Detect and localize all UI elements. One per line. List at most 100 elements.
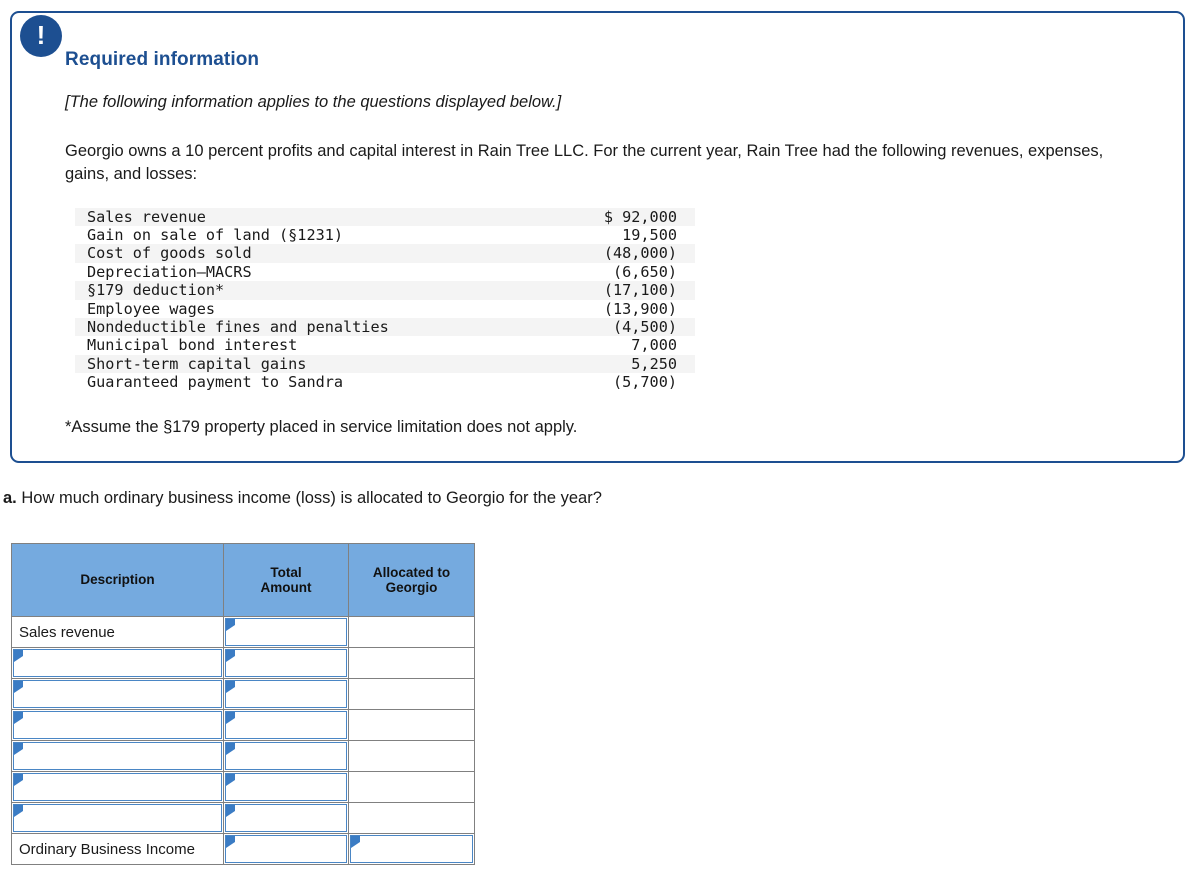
dropdown-triangle-icon[interactable] <box>351 836 360 848</box>
row-allocated-cell[interactable] <box>348 802 475 834</box>
figure-amount: 5,250 <box>631 354 677 373</box>
figure-label: Employee wages <box>87 299 216 318</box>
row-description-label: Sales revenue <box>11 616 224 648</box>
applies-note: [The following information applies to th… <box>65 93 562 111</box>
answer-entry-table: Description Total Amount Allocated to Ge… <box>11 543 475 865</box>
total-amount-input[interactable] <box>225 680 347 708</box>
row-allocated-cell[interactable] <box>348 647 475 679</box>
figure-row: §179 deduction* (17,100) <box>75 281 695 300</box>
dropdown-triangle-icon[interactable] <box>14 774 23 786</box>
ordinary-business-income-total-input[interactable] <box>225 835 347 863</box>
column-header-allocated: Allocated to Georgio <box>348 543 475 617</box>
row-description-cell[interactable] <box>11 678 224 710</box>
row-total-amount-cell[interactable] <box>223 616 349 648</box>
figure-row: Employee wages (13,900) <box>75 300 695 318</box>
row-description-cell[interactable] <box>11 709 224 741</box>
financial-figures-table: Sales revenue $ 92,000 Gain on sale of l… <box>75 207 695 392</box>
total-amount-input[interactable] <box>225 773 347 801</box>
dropdown-triangle-icon[interactable] <box>226 650 235 662</box>
question-a: a. How much ordinary business income (lo… <box>3 489 602 508</box>
scenario-paragraph: Georgio owns a 10 percent profits and ca… <box>65 142 1104 183</box>
dropdown-triangle-icon[interactable] <box>226 712 235 724</box>
ordinary-business-income-allocated-input[interactable] <box>350 835 473 863</box>
table-row <box>11 740 475 772</box>
figure-amount: 19,500 <box>622 225 677 244</box>
figure-label: Gain on sale of land (§1231) <box>87 225 344 244</box>
row-total-amount-cell[interactable] <box>223 647 349 679</box>
figure-label: Nondeductible fines and penalties <box>87 317 389 336</box>
callout-content: Required information [The following info… <box>12 13 1183 437</box>
column-header-total-amount: Total Amount <box>223 543 349 617</box>
description-input[interactable] <box>13 680 222 708</box>
dropdown-triangle-icon[interactable] <box>226 836 235 848</box>
row-total-amount-cell[interactable] <box>223 771 349 803</box>
question-label: a. <box>3 489 17 507</box>
column-header-total-line2: Amount <box>260 580 312 595</box>
table-row <box>11 802 475 834</box>
figure-amount: (13,900) <box>603 299 677 318</box>
dropdown-triangle-icon[interactable] <box>14 681 23 693</box>
row-allocated-cell[interactable] <box>348 771 475 803</box>
figure-amount: $ 92,000 <box>603 207 677 226</box>
table-row: Sales revenue <box>11 616 475 648</box>
figure-label: Municipal bond interest <box>87 336 298 355</box>
figure-label: Sales revenue <box>87 207 206 226</box>
description-input[interactable] <box>13 804 222 832</box>
figure-row: Guaranteed payment to Sandra (5,700) <box>75 373 695 391</box>
dropdown-triangle-icon[interactable] <box>226 774 235 786</box>
figure-label: §179 deduction* <box>87 281 225 300</box>
row-description-cell[interactable] <box>11 802 224 834</box>
row-allocated-cell[interactable] <box>348 740 475 772</box>
column-header-total-line1: Total <box>270 564 302 580</box>
figure-amount: (6,650) <box>612 262 677 281</box>
figure-amount: (17,100) <box>603 281 677 300</box>
description-input[interactable] <box>13 742 222 770</box>
dropdown-triangle-icon[interactable] <box>14 743 23 755</box>
row-allocated-cell[interactable] <box>348 678 475 710</box>
dropdown-triangle-icon[interactable] <box>226 681 235 693</box>
description-input[interactable] <box>13 711 222 739</box>
exclamation-icon: ! <box>20 15 62 57</box>
total-amount-input[interactable] <box>225 804 347 832</box>
dropdown-triangle-icon[interactable] <box>226 805 235 817</box>
table-row-total: Ordinary Business Income <box>11 833 475 865</box>
row-allocated-cell[interactable] <box>348 616 475 648</box>
answer-table-head: Description Total Amount Allocated to Ge… <box>11 543 475 617</box>
table-row <box>11 709 475 741</box>
row-description-cell[interactable] <box>11 740 224 772</box>
dropdown-triangle-icon[interactable] <box>14 650 23 662</box>
table-row <box>11 678 475 710</box>
figure-label: Depreciation—MACRS <box>87 262 252 281</box>
figure-amount: (4,500) <box>612 317 677 336</box>
description-input[interactable] <box>13 773 222 801</box>
total-amount-input[interactable] <box>225 711 347 739</box>
dropdown-triangle-icon[interactable] <box>226 619 235 631</box>
row-allocated-cell[interactable] <box>348 709 475 741</box>
total-amount-input[interactable] <box>225 618 347 646</box>
dropdown-triangle-icon[interactable] <box>226 743 235 755</box>
ordinary-business-income-total-cell[interactable] <box>223 833 349 865</box>
row-total-amount-cell[interactable] <box>223 802 349 834</box>
ordinary-business-income-allocated-cell[interactable] <box>348 833 475 865</box>
row-description-cell[interactable] <box>11 647 224 679</box>
figure-amount: (48,000) <box>603 244 677 263</box>
column-header-description: Description <box>11 543 224 617</box>
description-input[interactable] <box>13 649 222 677</box>
row-total-amount-cell[interactable] <box>223 740 349 772</box>
figure-amount: 7,000 <box>631 336 677 355</box>
figure-label: Guaranteed payment to Sandra <box>87 373 344 392</box>
figure-row: Municipal bond interest 7,000 <box>75 336 695 354</box>
figure-label: Short-term capital gains <box>87 354 307 373</box>
dropdown-triangle-icon[interactable] <box>14 805 23 817</box>
financial-figures-body: Sales revenue $ 92,000 Gain on sale of l… <box>75 207 695 392</box>
figure-amount: (5,700) <box>612 373 677 392</box>
total-amount-input[interactable] <box>225 742 347 770</box>
dropdown-triangle-icon[interactable] <box>14 712 23 724</box>
question-text: How much ordinary business income (loss)… <box>21 489 602 507</box>
figure-row: Sales revenue $ 92,000 <box>75 207 695 226</box>
total-amount-input[interactable] <box>225 649 347 677</box>
answer-table-header-row: Description Total Amount Allocated to Ge… <box>11 543 475 617</box>
row-total-amount-cell[interactable] <box>223 678 349 710</box>
row-total-amount-cell[interactable] <box>223 709 349 741</box>
row-description-cell[interactable] <box>11 771 224 803</box>
